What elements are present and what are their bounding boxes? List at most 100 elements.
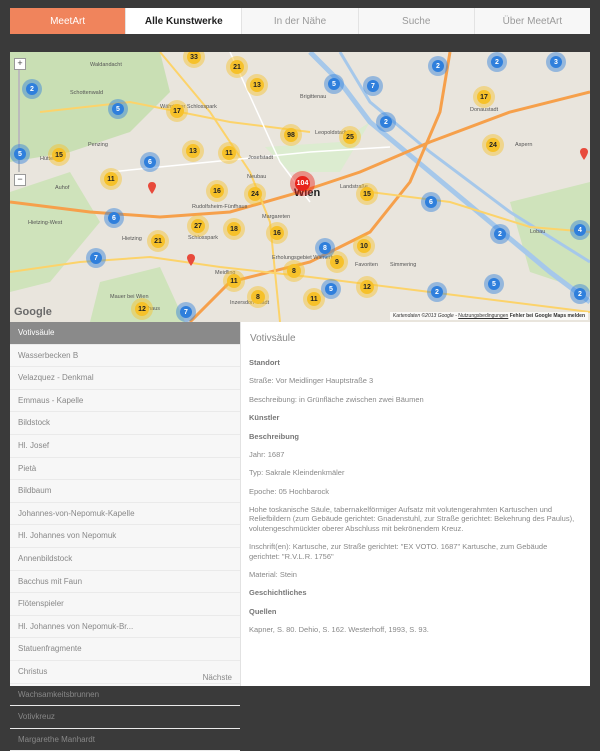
detail-description: Hohe toskanische Säule, tabernakelförmig… xyxy=(249,505,575,533)
list-item[interactable]: Hl. Johannes von Nepomuk xyxy=(10,525,240,548)
map-cluster[interactable]: 11 xyxy=(307,292,321,306)
list-item[interactable]: Bildstock xyxy=(10,412,240,435)
map-district-label: Brigittenau xyxy=(300,94,327,100)
map-cluster[interactable]: 10 xyxy=(357,239,371,253)
map-cluster[interactable]: 21 xyxy=(151,234,165,248)
map-view[interactable]: + − Wien Waldandacht Schottenwald Penzin… xyxy=(10,52,590,322)
map-cluster[interactable]: 5 xyxy=(325,283,337,295)
map-district-label: Penzing xyxy=(88,142,108,148)
map-cluster[interactable]: 8 xyxy=(287,264,301,278)
map-cluster[interactable]: 6 xyxy=(144,156,156,168)
artwork-list: Votivsäule Wasserbecken B Velazquez - De… xyxy=(10,322,241,751)
map-cluster[interactable]: 9 xyxy=(330,255,344,269)
next-page-button[interactable]: Nächste xyxy=(203,673,232,682)
map-cluster[interactable]: 13 xyxy=(186,144,200,158)
list-item[interactable]: Statuenfragmente xyxy=(10,638,240,661)
list-item[interactable]: Hl. Josef xyxy=(10,435,240,458)
map-district-label: Simmering xyxy=(390,262,417,268)
map-cluster[interactable]: 3 xyxy=(550,56,562,68)
list-item[interactable]: Wasserbecken B xyxy=(10,345,240,368)
map-cluster[interactable]: 8 xyxy=(319,242,331,254)
section-heading-quellen: Quellen xyxy=(249,606,277,616)
list-item[interactable]: Flötenspieler xyxy=(10,593,240,616)
map-cluster-highlight[interactable]: 104 xyxy=(295,176,310,191)
map-cluster[interactable]: 15 xyxy=(360,187,374,201)
report-error-link[interactable]: Fehler bei Google Maps melden xyxy=(510,313,585,319)
map-cluster[interactable]: 98 xyxy=(284,128,298,142)
map-cluster[interactable]: 2 xyxy=(431,286,443,298)
map-cluster[interactable]: 6 xyxy=(425,196,437,208)
map-cluster[interactable]: 7 xyxy=(367,80,379,92)
section-heading-standort: Standort xyxy=(249,358,280,367)
map-cluster[interactable]: 2 xyxy=(380,116,392,128)
list-item[interactable]: Hl. Johannes von Nepomuk-Br... xyxy=(10,616,240,639)
nav-tab-suche[interactable]: Suche xyxy=(359,8,475,34)
map-cluster[interactable]: 15 xyxy=(52,148,66,162)
map-cluster[interactable]: 12 xyxy=(135,302,149,316)
map-district-label: Lobau xyxy=(530,229,546,235)
map-cluster[interactable]: 2 xyxy=(494,228,506,240)
map-cluster[interactable]: 11 xyxy=(227,274,241,288)
map-district-label: Währinger Schlosspark xyxy=(160,104,217,110)
map-district-label: Schlosspark xyxy=(188,235,218,241)
list-item[interactable]: Bacchus mit Faun xyxy=(10,571,240,594)
map-cluster[interactable]: 18 xyxy=(227,222,241,236)
list-item[interactable]: Votivsäule xyxy=(10,322,240,345)
map-cluster[interactable]: 7 xyxy=(180,306,192,318)
terms-link[interactable]: Nutzungsbedingungen xyxy=(458,313,508,319)
map-cluster[interactable]: 7 xyxy=(90,252,102,264)
map-cluster[interactable]: 21 xyxy=(230,60,244,74)
nav-tab-alle-kunstwerke[interactable]: Alle Kunstwerke xyxy=(126,8,243,34)
list-item[interactable]: Margarethe Manhardt xyxy=(10,729,240,751)
map-cluster[interactable]: 4 xyxy=(574,224,586,236)
map-cluster[interactable]: 13 xyxy=(250,78,264,92)
map-cluster[interactable]: 11 xyxy=(222,146,236,160)
map-cluster[interactable]: 2 xyxy=(26,83,38,95)
list-item[interactable]: Emmaus - Kapelle xyxy=(10,390,240,413)
map-cluster[interactable]: 5 xyxy=(112,103,124,115)
nav-tab-ueber-meetart[interactable]: Über MeetArt xyxy=(475,8,590,34)
map-cluster[interactable]: 17 xyxy=(170,104,184,118)
map-cluster[interactable]: 5 xyxy=(488,278,500,290)
map-cluster[interactable]: 5 xyxy=(14,148,26,160)
detail-body: Standort Straße: Vor Meidlinger Hauptstr… xyxy=(249,358,579,643)
map-cluster[interactable]: 24 xyxy=(248,187,262,201)
zoom-out-button[interactable]: − xyxy=(14,174,26,186)
list-item[interactable]: Votivkreuz xyxy=(10,706,240,729)
map-cluster[interactable]: 12 xyxy=(360,280,374,294)
map-cluster[interactable]: 8 xyxy=(251,290,265,304)
map-district-label: Schottenwald xyxy=(70,90,104,96)
map-cluster[interactable]: 2 xyxy=(574,288,586,300)
map-marker-icon[interactable] xyxy=(148,182,156,194)
map-cluster[interactable]: 16 xyxy=(270,226,284,240)
list-item[interactable]: Pietà xyxy=(10,458,240,481)
map-district-label: Neubau xyxy=(247,174,267,180)
map-cluster[interactable]: 11 xyxy=(104,172,118,186)
list-item[interactable]: Annenbildstock xyxy=(10,548,240,571)
detail-location-description: Beschreibung: in Grünfläche zwischen zwe… xyxy=(249,394,424,404)
zoom-control: + − xyxy=(14,58,26,186)
map-district-label: Josefstadt xyxy=(248,155,274,161)
map-district-label: Leopoldstadt xyxy=(315,130,347,136)
map-district-label: Donaustadt xyxy=(470,107,499,113)
detail-typ: Typ: Sakrale Kleindenkmäler xyxy=(249,468,345,478)
map-marker-icon[interactable] xyxy=(580,148,588,160)
map-cluster[interactable]: 16 xyxy=(210,184,224,198)
nav-tab-in-der-naehe[interactable]: In der Nähe xyxy=(242,8,359,34)
map-cluster[interactable]: 2 xyxy=(432,60,444,72)
map-cluster[interactable]: 27 xyxy=(191,219,205,233)
list-item[interactable]: Bildbaum xyxy=(10,480,240,503)
detail-inschrift: Inschrift(en): Kartusche, zur Straße ger… xyxy=(249,542,548,561)
map-district-label: Waldandacht xyxy=(90,62,122,68)
map-cluster[interactable]: 24 xyxy=(486,138,500,152)
nav-brand-meetart[interactable]: MeetArt xyxy=(10,8,127,34)
zoom-in-button[interactable]: + xyxy=(14,58,26,70)
list-item[interactable]: Velazquez - Denkmal xyxy=(10,367,240,390)
map-cluster[interactable]: 25 xyxy=(343,130,357,144)
map-cluster[interactable]: 2 xyxy=(491,56,503,68)
map-cluster[interactable]: 17 xyxy=(477,90,491,104)
map-marker-icon[interactable] xyxy=(187,254,195,266)
list-item[interactable]: Johannes-von-Nepomuk-Kapelle xyxy=(10,503,240,526)
map-cluster[interactable]: 5 xyxy=(328,78,340,90)
map-cluster[interactable]: 6 xyxy=(108,212,120,224)
